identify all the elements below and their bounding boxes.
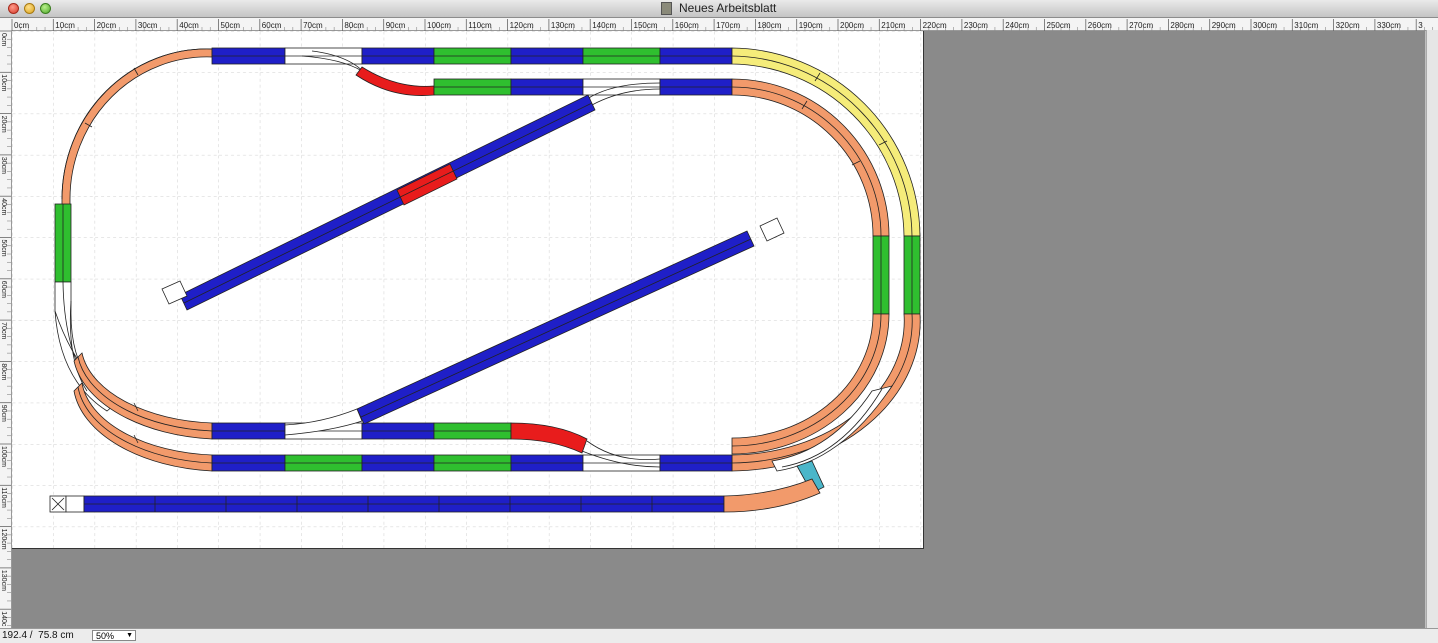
ruler-label: 80cm <box>0 363 7 380</box>
ruler-label: 100cm <box>427 21 451 30</box>
vertical-scrollbar[interactable] <box>1426 30 1438 628</box>
ruler-label: 260cm <box>1088 21 1112 30</box>
ruler-label: 60cm <box>0 281 7 298</box>
ruler-label: 200cm <box>840 21 864 30</box>
vertical-ruler: 0cm 10cm 20cm 30cm 40cm 50cm 60cm 70cm 80cm 90cm 1… <box>0 30 12 643</box>
ruler-label: 190cm <box>799 21 823 30</box>
minimize-window-button[interactable] <box>24 3 35 14</box>
ruler-label: 70cm <box>303 21 323 30</box>
ruler-label: 90cm <box>0 405 7 422</box>
ruler-label: 220cm <box>923 21 947 30</box>
ruler-label: 40cm <box>0 198 7 215</box>
ruler-label: 20cm <box>97 21 117 30</box>
title-bar: Neues Arbeitsblatt <box>0 0 1438 18</box>
ruler-label: 100cm <box>0 446 7 467</box>
ruler-label: 3 <box>1418 21 1423 30</box>
ruler-label: 10cm <box>0 74 7 91</box>
ruler-label: 320cm <box>1336 21 1360 30</box>
zoom-window-button[interactable] <box>40 3 51 14</box>
ruler-label: 70cm <box>0 322 7 339</box>
ruler-label: 0cm <box>14 21 29 30</box>
ruler-label: 310cm <box>1294 21 1318 30</box>
ruler-label: 50cm <box>221 21 241 30</box>
ruler-label: 130cm <box>551 21 575 30</box>
zoom-select[interactable]: 50% ▼ <box>92 630 136 641</box>
ruler-label: 180cm <box>757 21 781 30</box>
ruler-label: 10cm <box>55 21 75 30</box>
ruler-label: 130cm <box>0 570 7 591</box>
ruler-label: 270cm <box>1129 21 1153 30</box>
ruler-label: 330cm <box>1377 21 1401 30</box>
ruler-label: 80cm <box>344 21 364 30</box>
vertical-ruler-scale: 0cm 10cm 20cm 30cm 40cm 50cm 60cm 70cm 80cm 90cm 1… <box>0 30 11 643</box>
ruler-label: 110cm <box>468 21 492 30</box>
zoom-value: 50% <box>96 631 115 641</box>
track-layout-canvas[interactable] <box>12 31 923 548</box>
ruler-label: 230cm <box>964 21 988 30</box>
ruler-label: 110cm <box>0 487 7 508</box>
ruler-label: 20cm <box>0 116 7 133</box>
ruler-label: 160cm <box>675 21 699 30</box>
dropdown-arrow-icon: ▼ <box>126 632 133 639</box>
horizontal-ruler-scale: 0cm 10cm 20cm 30cm 40cm 50cm 60cm 70cm 80cm 90cm 1… <box>11 19 1434 31</box>
ruler-label: 0cm <box>0 33 7 46</box>
status-bar: 192.4 / 75.8 cm 50% ▼ <box>0 628 1438 643</box>
ruler-label: 140c <box>0 611 7 627</box>
close-window-button[interactable] <box>8 3 19 14</box>
horizontal-ruler: 0cm 10cm 20cm 30cm 40cm 50cm 60cm 70cm 80cm 90cm 1… <box>0 18 1438 31</box>
ruler-label: 120cm <box>0 529 7 550</box>
workspace[interactable] <box>12 31 1425 628</box>
ruler-label: 140cm <box>592 21 616 30</box>
ruler-label: 30cm <box>0 157 7 174</box>
worksheet[interactable] <box>12 31 924 549</box>
cursor-coordinates: 192.4 / 75.8 cm <box>2 630 74 641</box>
ruler-label: 240cm <box>1005 21 1029 30</box>
ruler-label: 300cm <box>1253 21 1277 30</box>
ruler-label: 50cm <box>0 240 7 257</box>
ruler-label: 60cm <box>262 21 282 30</box>
document-proxy-icon[interactable] <box>661 2 672 15</box>
ruler-label: 90cm <box>386 21 406 30</box>
ruler-label: 40cm <box>179 21 199 30</box>
window-title: Neues Arbeitsblatt <box>679 1 777 15</box>
ruler-label: 150cm <box>634 21 658 30</box>
ruler-label: 210cm <box>881 21 905 30</box>
ruler-label: 30cm <box>138 21 158 30</box>
ruler-label: 120cm <box>510 21 534 30</box>
left-straight-green[interactable] <box>54 203 72 283</box>
ruler-label: 250cm <box>1047 21 1071 30</box>
ruler-label: 170cm <box>716 21 740 30</box>
ruler-label: 290cm <box>1212 21 1236 30</box>
ruler-label: 280cm <box>1170 21 1194 30</box>
